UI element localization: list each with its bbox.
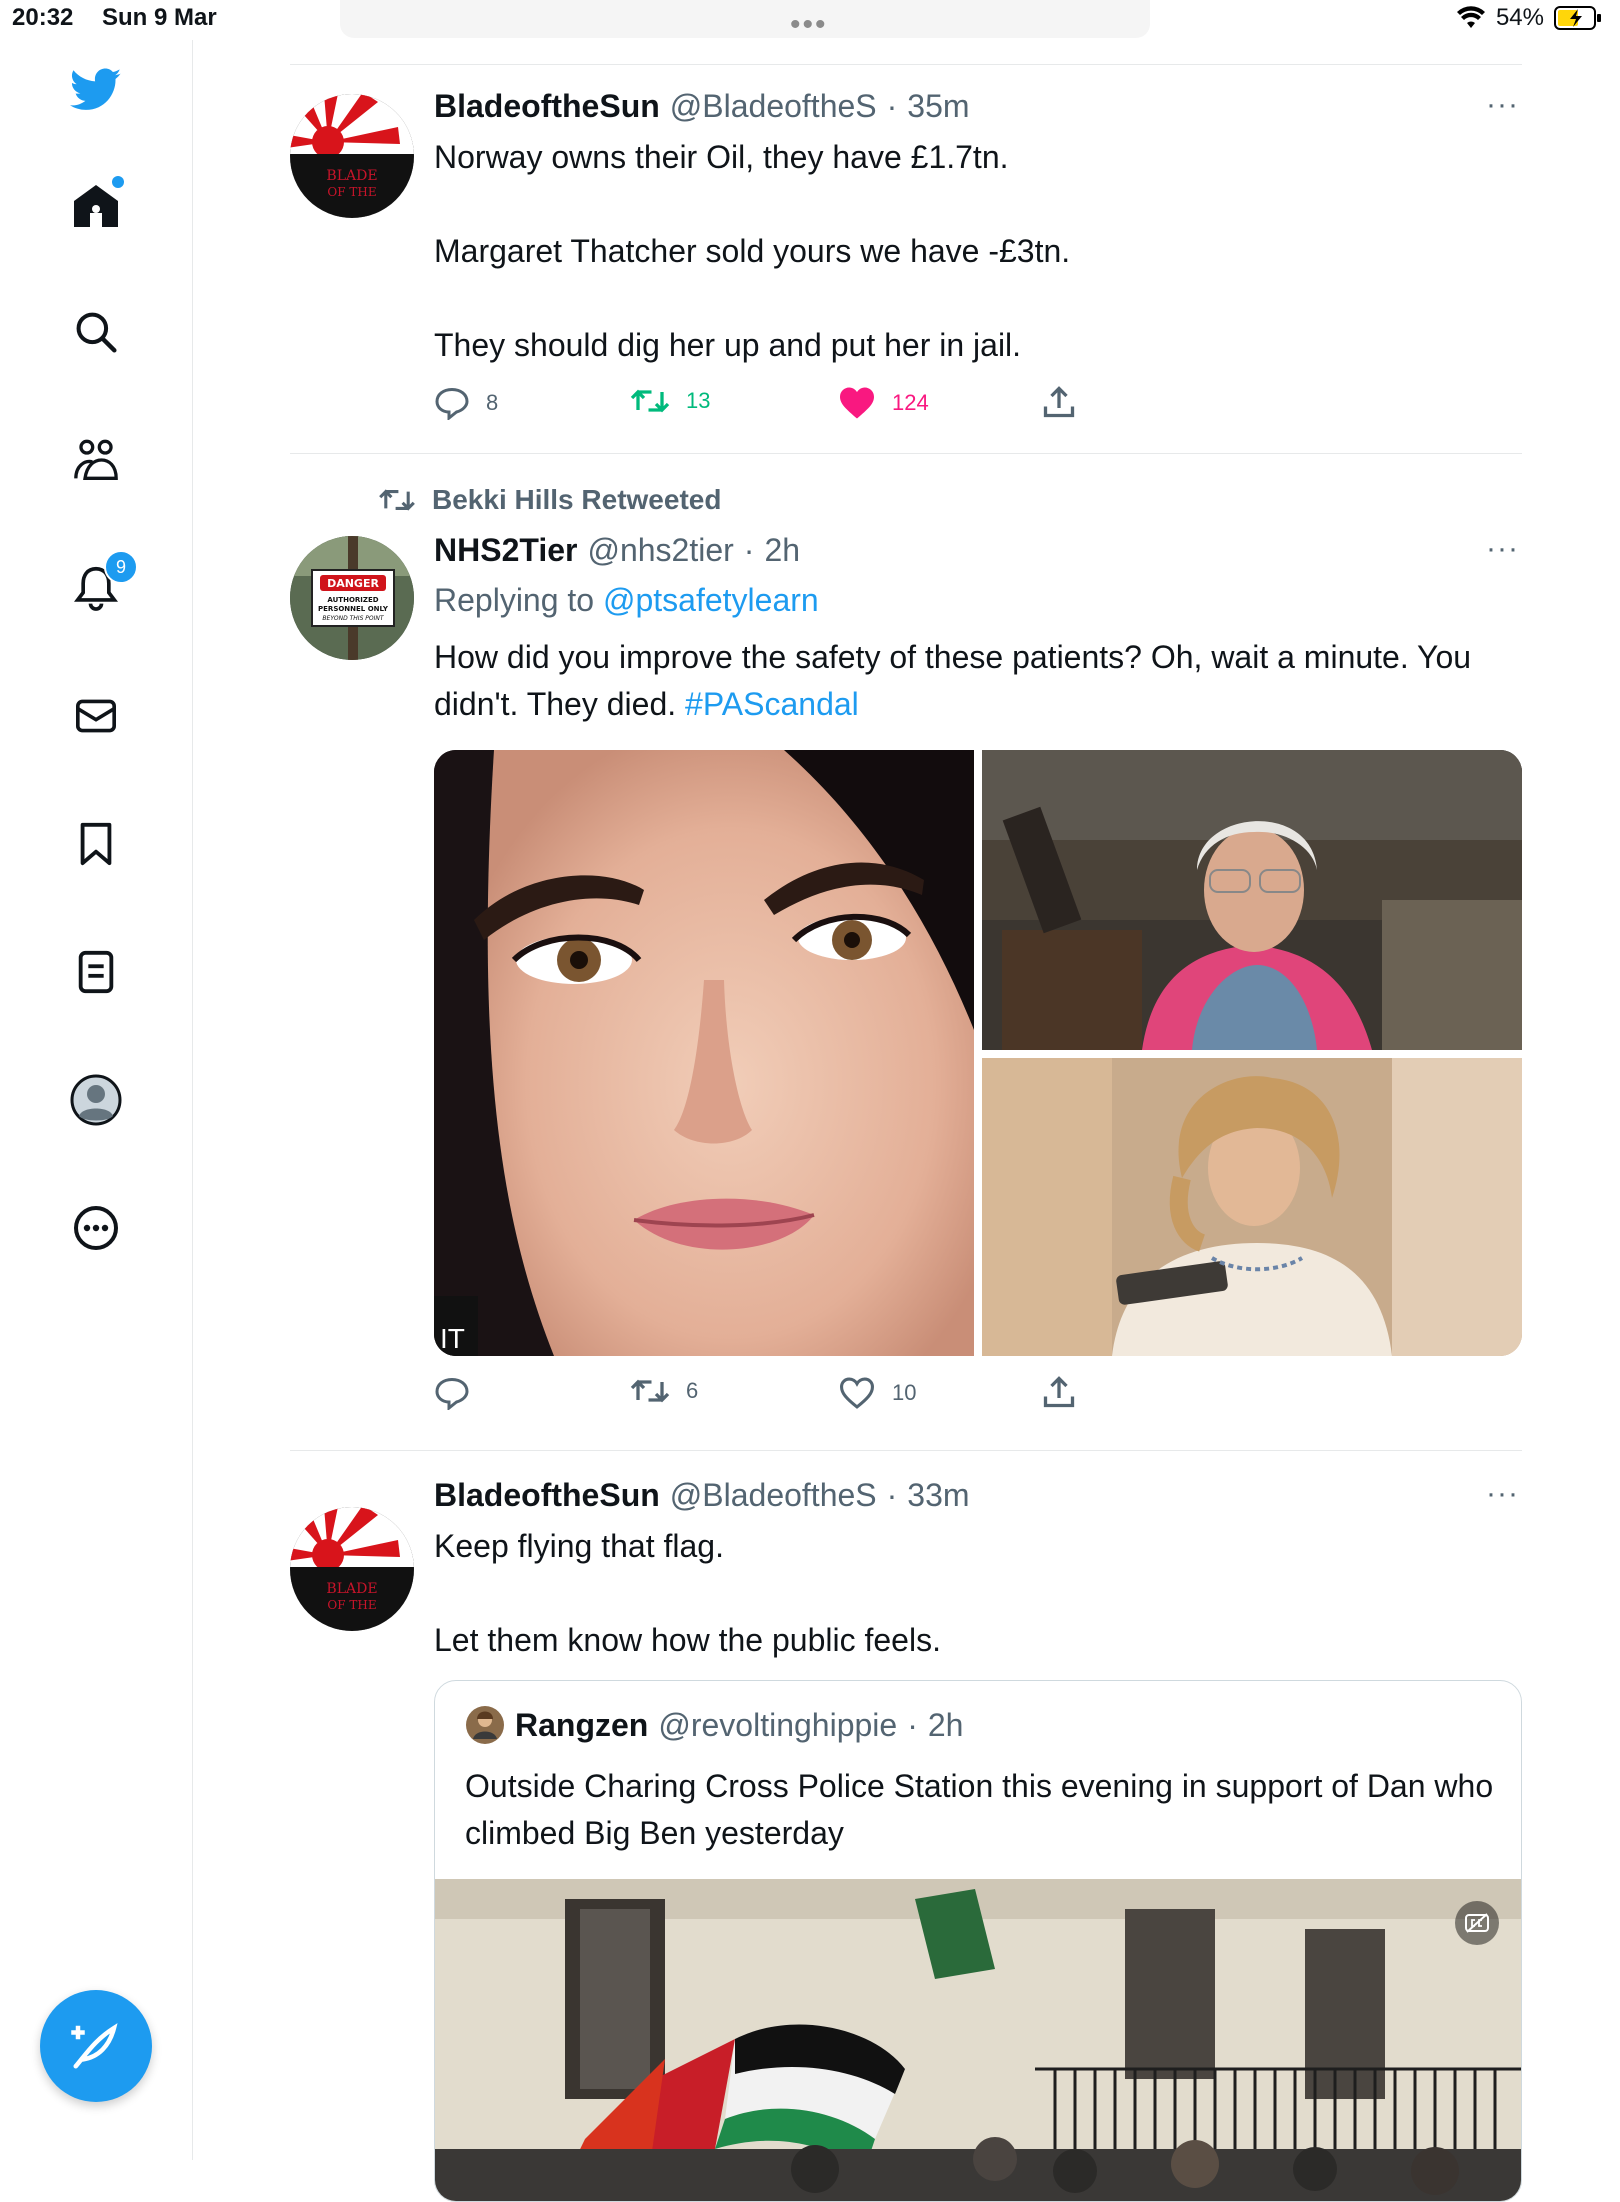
like-button[interactable]: 10 bbox=[838, 1376, 916, 1410]
avatar[interactable]: BLADE OF THE bbox=[290, 1507, 414, 1631]
home-unread-dot bbox=[112, 176, 124, 188]
media-caption: IT bbox=[440, 1323, 465, 1354]
wifi-icon bbox=[1456, 6, 1485, 28]
compose-feather-icon bbox=[71, 2023, 118, 2069]
quoted-author-name: Rangzen bbox=[515, 1706, 649, 1743]
avatar[interactable]: DANGER AUTHORIZED PERSONNEL ONLY BEYOND … bbox=[290, 536, 414, 660]
tweet-text: Norway owns their Oil, they have £1.7tn.… bbox=[434, 139, 1071, 363]
like-count: 124 bbox=[892, 390, 929, 415]
media-photo-blonde-woman[interactable] bbox=[982, 1058, 1522, 1356]
tweet-more-icon[interactable]: ··· bbox=[1486, 1477, 1519, 1511]
tweet-time[interactable]: 2h bbox=[764, 532, 800, 569]
multitasking-bar bbox=[340, 0, 1150, 38]
retweet-count: 6 bbox=[686, 1378, 699, 1403]
quoted-author-handle: @revoltinghippie bbox=[658, 1706, 898, 1743]
tweet-text: Keep flying that flag. Let them know how… bbox=[434, 1528, 941, 1658]
battery-percent: 54% bbox=[1495, 4, 1544, 31]
messages-icon[interactable] bbox=[60, 680, 132, 752]
quoted-tweet[interactable]: Rangzen @revoltinghippie · 2h Outside Ch… bbox=[434, 1680, 1522, 2202]
author-name[interactable]: BladeoftheSun bbox=[434, 88, 660, 125]
retweeted-by-label: Bekki Hills Retweeted bbox=[432, 484, 722, 515]
sidebar: 9 bbox=[0, 40, 193, 2160]
avatar-text: BLADE bbox=[326, 1581, 377, 1597]
author-handle[interactable]: @BladeoftheS bbox=[670, 1477, 877, 1514]
author-handle[interactable]: @nhs2tier bbox=[587, 532, 733, 569]
share-icon bbox=[1043, 1376, 1075, 1408]
tweet-more-icon[interactable]: ··· bbox=[1486, 532, 1519, 566]
home-icon[interactable] bbox=[60, 170, 132, 242]
multitasking-dots-icon[interactable]: ••• bbox=[790, 8, 828, 42]
heart-filled-icon bbox=[840, 387, 874, 419]
bookmarks-icon[interactable] bbox=[60, 808, 132, 880]
heart-icon bbox=[839, 1377, 875, 1409]
avatar-text: OF THE bbox=[327, 185, 376, 199]
tweet-text-body: How did you improve the safety of these … bbox=[434, 639, 1480, 722]
notifications-badge: 9 bbox=[104, 550, 138, 584]
author-handle[interactable]: @BladeoftheS bbox=[670, 88, 877, 125]
notifications-bell-icon[interactable]: 9 bbox=[60, 550, 138, 624]
profile-avatar-icon[interactable] bbox=[60, 1064, 132, 1136]
avatar-text: OF THE bbox=[327, 1598, 376, 1612]
like-button[interactable]: 124 bbox=[838, 386, 929, 420]
quoted-tweet-time: 2h bbox=[927, 1706, 964, 1743]
avatar-text: DANGER bbox=[327, 577, 379, 590]
author-name[interactable]: NHS2Tier bbox=[434, 532, 577, 569]
author-name[interactable]: BladeoftheSun bbox=[434, 1477, 660, 1514]
media-photo-older-woman[interactable] bbox=[982, 750, 1522, 1050]
replying-to-handle[interactable]: @ptsafetylearn bbox=[603, 582, 819, 618]
avatar[interactable]: BLADE OF THE bbox=[290, 94, 414, 218]
search-icon[interactable] bbox=[60, 296, 132, 368]
retweet-icon bbox=[379, 489, 415, 511]
retweet-count: 13 bbox=[686, 388, 711, 413]
quoted-tweet-text: Outside Charing Cross Police Station thi… bbox=[465, 1768, 1502, 1851]
quoted-avatar[interactable] bbox=[465, 1705, 505, 1745]
twitter-logo-icon[interactable] bbox=[60, 54, 132, 126]
replying-to: Replying to @ptsafetylearn bbox=[434, 582, 819, 619]
avatar-text: AUTHORIZED bbox=[327, 596, 378, 604]
status-date: Sun 9 Mar bbox=[102, 4, 217, 31]
reply-icon bbox=[435, 1377, 469, 1410]
retweet-icon bbox=[630, 1379, 670, 1403]
avatar-text: BLADE bbox=[326, 168, 377, 184]
reply-button[interactable]: 8 bbox=[434, 386, 498, 420]
status-time: 20:32 bbox=[12, 4, 74, 31]
captions-icon[interactable] bbox=[1455, 1901, 1499, 1945]
communities-icon[interactable] bbox=[60, 424, 132, 496]
share-button[interactable] bbox=[1042, 384, 1076, 420]
like-count: 10 bbox=[892, 1380, 917, 1405]
tweet-text: How did you improve the safety of these … bbox=[434, 634, 1494, 728]
retweet-button[interactable]: 6 bbox=[630, 1376, 698, 1406]
share-icon bbox=[1043, 386, 1075, 418]
avatar-text: BEYOND THIS POINT bbox=[322, 615, 384, 622]
retweet-icon bbox=[630, 389, 670, 413]
reply-count: 8 bbox=[486, 390, 499, 415]
reply-button[interactable] bbox=[434, 1376, 470, 1410]
tweet[interactable]: Bekki Hills Retweeted DANGER AUTHORIZED … bbox=[290, 454, 1522, 1450]
tweet-more-icon[interactable]: ··· bbox=[1486, 88, 1519, 122]
hashtag-link[interactable]: #PAScandal bbox=[685, 686, 859, 722]
replying-to-label: Replying to bbox=[434, 582, 595, 618]
lists-icon[interactable] bbox=[60, 936, 132, 1008]
status-indicators: 54% bbox=[1456, 4, 1602, 32]
share-button[interactable] bbox=[1042, 1374, 1076, 1410]
avatar-text: PERSONNEL ONLY bbox=[318, 605, 389, 613]
retweet-button[interactable]: 13 bbox=[630, 386, 710, 416]
quoted-media-photo[interactable] bbox=[435, 1879, 1521, 2201]
more-options-icon[interactable] bbox=[60, 1192, 132, 1264]
compose-tweet-button[interactable] bbox=[40, 1990, 152, 2102]
reply-icon bbox=[435, 387, 469, 420]
retweeted-by[interactable]: Bekki Hills Retweeted bbox=[378, 484, 721, 516]
tweet-time[interactable]: 33m bbox=[907, 1477, 969, 1514]
media-photo-portrait[interactable]: IT bbox=[434, 750, 974, 1356]
tweet[interactable]: BLADE OF THE BladeoftheSun @BladeoftheS … bbox=[290, 64, 1522, 454]
battery-charging-icon bbox=[1554, 6, 1601, 30]
tweet-time[interactable]: 35m bbox=[907, 88, 969, 125]
